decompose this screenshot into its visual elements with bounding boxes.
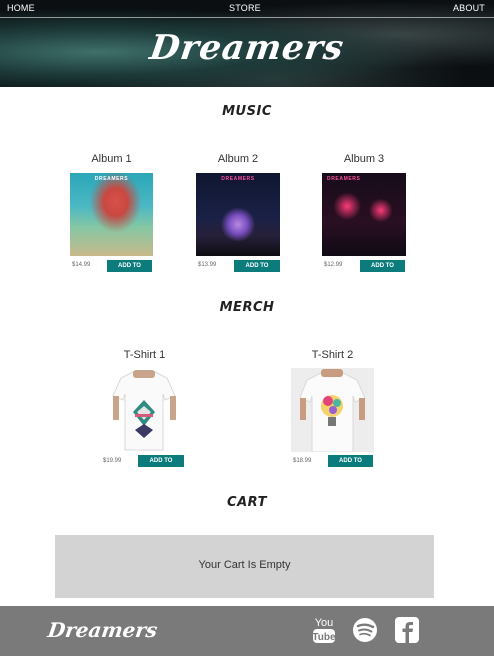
svg-text:You: You (315, 617, 334, 629)
album-cover: DREAMERS (322, 173, 406, 256)
merch-price: $18.99 (293, 458, 312, 464)
merch-card: T-Shirt 1 $19.99 ADD TO (103, 349, 186, 469)
album-card: Album 1 DREAMERS $14.99 ADD TO (70, 153, 153, 273)
add-to-cart-button[interactable]: ADD TO (107, 260, 152, 272)
album-card: Album 2 DREAMERS $13.99 ADD TO (196, 153, 280, 273)
svg-text:Tube: Tube (312, 632, 336, 643)
album-card: Album 3 DREAMERS $12.99 ADD TO (322, 153, 406, 273)
top-nav: HOME STORE ABOUT (0, 0, 494, 18)
site-header: HOME STORE ABOUT Dreamers (0, 0, 494, 87)
album-cover-text: DREAMERS (94, 176, 129, 182)
youtube-icon[interactable]: You Tube (311, 615, 337, 645)
cart-empty-message: Your Cart Is Empty (198, 559, 291, 571)
music-section-title: MUSIC (222, 104, 272, 119)
facebook-icon[interactable] (394, 615, 420, 645)
album-title: Album 1 (91, 153, 132, 165)
merch-card: T-Shirt 2 $18.99 ADD TO (291, 349, 374, 469)
spotify-icon[interactable] (352, 615, 378, 645)
album-cover-text: DREAMERS (221, 176, 255, 182)
add-to-cart-button[interactable]: ADD TO (328, 455, 373, 467)
brand-logo: Dreamers (147, 28, 347, 68)
album-price: $14.99 (72, 262, 91, 268)
album-price: $13.99 (198, 262, 217, 268)
site-footer: Dreamers You Tube (0, 606, 494, 656)
footer-logo: Dreamers (46, 618, 159, 642)
album-title: Album 2 (217, 153, 259, 165)
nav-about-link[interactable]: ABOUT (453, 3, 485, 13)
nav-store-link[interactable]: STORE (229, 3, 261, 13)
tshirt-2-graphic (291, 368, 374, 452)
add-to-cart-button[interactable]: ADD TO (138, 455, 184, 467)
merch-section-title: MERCH (219, 300, 275, 315)
add-to-cart-button[interactable]: ADD TO (234, 260, 280, 272)
add-to-cart-button[interactable]: ADD TO (360, 260, 405, 272)
album-title: Album 3 (343, 153, 385, 165)
merch-price: $19.99 (103, 458, 122, 464)
merch-title: T-Shirt 2 (311, 349, 354, 361)
tshirt-1-graphic (112, 370, 176, 451)
nav-home-link[interactable]: HOME (7, 3, 35, 13)
album-cover-text: DREAMERS (327, 176, 361, 182)
album-cover: DREAMERS (196, 173, 280, 256)
cart-panel: Your Cart Is Empty (55, 535, 434, 598)
album-cover: DREAMERS (70, 173, 153, 256)
cart-section-title: CART (227, 495, 267, 510)
tshirt-image (291, 368, 374, 452)
tshirt-image (103, 368, 186, 452)
merch-title: T-Shirt 1 (123, 349, 166, 361)
album-price: $12.99 (324, 262, 343, 268)
